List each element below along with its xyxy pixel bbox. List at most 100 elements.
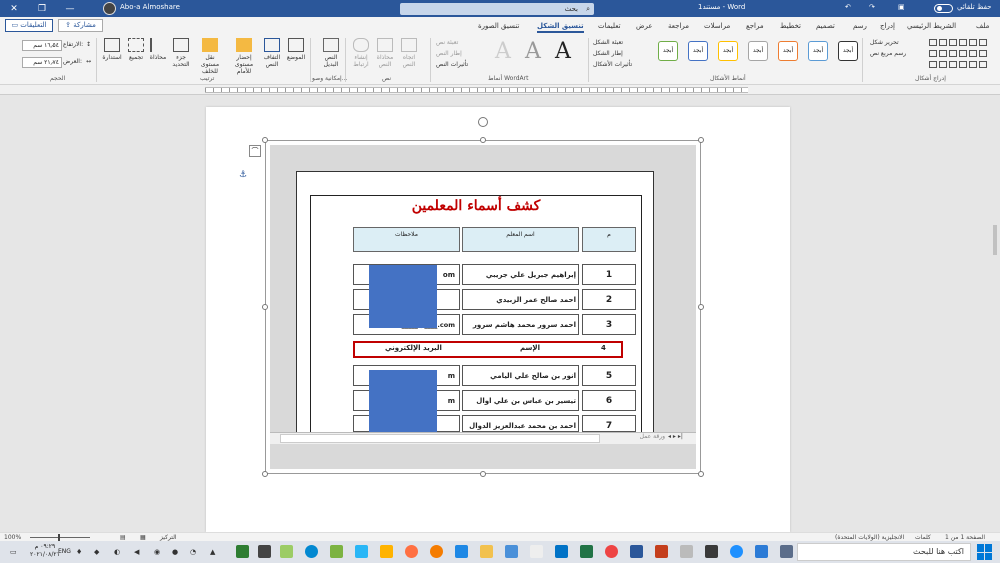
shape-style-preset[interactable]: أبجد [808, 41, 828, 61]
taskbar-app-icon[interactable] [680, 545, 693, 558]
taskbar-app-icon[interactable] [530, 545, 543, 558]
selection-pane-button[interactable]: جزء التحديد [169, 38, 193, 68]
tab-picture-format[interactable]: تنسيق الصورة [478, 22, 519, 30]
position-button[interactable]: الموضع [285, 38, 307, 61]
minimize-window-button[interactable]: — [56, 0, 84, 17]
save-icon[interactable]: ▣ [898, 3, 905, 11]
tab-help[interactable]: تعليمات [598, 22, 621, 30]
tab-draw[interactable]: رسم [853, 22, 867, 30]
access-icon[interactable] [655, 545, 668, 558]
horizontal-ruler[interactable] [0, 85, 1000, 95]
tab-design[interactable]: تصميم [816, 22, 835, 30]
shape-style-preset[interactable]: أبجد [718, 41, 738, 61]
tab-insert[interactable]: إدراج [880, 22, 895, 30]
resize-handle[interactable] [262, 471, 268, 477]
page-count[interactable]: الصفحة 1 من 1 [945, 534, 985, 541]
tab-home[interactable]: الشريط الرئيسي [907, 22, 956, 30]
wrap-text-button[interactable]: التفاف النص [261, 38, 283, 68]
height-input[interactable]: ١٦٫٥٤ سم [22, 40, 62, 51]
comments-button[interactable]: ▭ التعليقات [5, 19, 53, 32]
outlook-icon[interactable] [555, 545, 568, 558]
task-view-icon[interactable] [780, 545, 793, 558]
text-fill-button[interactable]: تعبئة نص [436, 39, 458, 46]
input-language[interactable]: ENG [58, 548, 71, 555]
text-box-button[interactable]: رسم مربع نص [870, 50, 906, 57]
shape-style-preset[interactable]: أبجد [688, 41, 708, 61]
layout-options-icon[interactable]: ⌒ [249, 145, 261, 157]
user-avatar[interactable] [103, 2, 116, 15]
mail-icon[interactable] [505, 545, 518, 558]
resize-handle[interactable] [480, 137, 486, 143]
share-button[interactable]: ⇪ مشاركة [58, 19, 103, 32]
user-name[interactable]: Abo-a Almoshare [120, 3, 180, 11]
tab-file[interactable]: ملف [976, 22, 989, 30]
resize-handle[interactable] [698, 137, 704, 143]
resize-handle[interactable] [698, 304, 704, 310]
tray-icon[interactable]: ♦ [76, 548, 82, 556]
align-text-button[interactable]: محاذاة النص [374, 38, 396, 68]
vertical-scrollbar[interactable] [990, 100, 1000, 525]
shape-style-preset[interactable]: أبجد [748, 41, 768, 61]
shape-style-preset[interactable]: أبجد [778, 41, 798, 61]
word-icon[interactable] [630, 545, 643, 558]
group-button[interactable]: تجميع [125, 38, 147, 61]
alt-text-button[interactable]: النص البديل [318, 38, 344, 68]
taskbar-app-icon[interactable] [258, 545, 271, 558]
taskbar-search-input[interactable]: اكتب هنا للبحث [797, 543, 971, 561]
close-window-button[interactable]: ✕ [0, 0, 28, 17]
scrollbar-thumb[interactable] [993, 225, 997, 255]
taskbar-app-icon[interactable] [455, 545, 468, 558]
text-effects-button[interactable]: تأثيرات النص [436, 61, 468, 68]
taskbar-app-icon[interactable] [330, 545, 343, 558]
tab-layout[interactable]: تخطيط [780, 22, 801, 30]
volume-icon[interactable]: ◀ [134, 548, 139, 556]
shape-outline-button[interactable]: إطار الشكل [593, 50, 623, 57]
tray-icon[interactable]: ◉ [154, 548, 160, 556]
text-outline-button[interactable]: إطار النص [436, 50, 462, 57]
excel-icon[interactable] [580, 545, 593, 558]
undo-icon[interactable]: ↶ [845, 3, 851, 11]
tray-icon[interactable]: ◐ [114, 548, 120, 556]
network-icon[interactable]: ◔ [190, 548, 196, 556]
edge-icon[interactable] [730, 545, 743, 558]
taskbar-app-icon[interactable] [305, 545, 318, 558]
resize-handle[interactable] [698, 471, 704, 477]
shape-fill-button[interactable]: تعبئة الشكل [593, 39, 623, 46]
resize-handle[interactable] [262, 304, 268, 310]
wordart-style[interactable]: A [489, 38, 517, 66]
print-layout-icon[interactable]: ▦ [140, 534, 146, 541]
shape-style-preset[interactable]: أبجد [838, 41, 858, 61]
tab-view[interactable]: عرض [636, 22, 653, 30]
tab-references[interactable]: مراجع [746, 22, 764, 30]
taskbar-app-icon[interactable] [280, 545, 293, 558]
search-input[interactable]: بحث ⌕ [400, 3, 594, 15]
create-link-button[interactable]: إنشاء ارتباط [350, 38, 372, 68]
firefox-icon[interactable] [405, 545, 418, 558]
width-input[interactable]: ٢١٫٧٤ سم [22, 57, 62, 68]
send-backward-button[interactable]: نقل مستوى للخلف [196, 38, 224, 75]
taskbar-app-icon[interactable] [755, 545, 768, 558]
taskbar-app-icon[interactable] [380, 545, 393, 558]
taskbar-clock[interactable]: ٠٩:٢٩ م ٢٠٢١/٠٨/٢١ [30, 543, 60, 559]
notifications-icon[interactable]: ▭ [10, 548, 17, 556]
rotate-handle-icon[interactable] [478, 117, 488, 127]
shape-effects-button[interactable]: تأثيرات الأشكال [593, 61, 632, 68]
resize-handle[interactable] [480, 471, 486, 477]
file-explorer-icon[interactable] [480, 545, 493, 558]
tray-icon[interactable]: ◆ [94, 548, 99, 556]
tray-icon[interactable]: ● [172, 548, 178, 556]
tab-review[interactable]: مراجعة [668, 22, 689, 30]
text-direction-button[interactable]: اتجاه النص [398, 38, 420, 68]
chrome-icon[interactable] [605, 545, 618, 558]
tab-shape-format[interactable]: تنسيق الشكل [537, 22, 584, 33]
tray-icon[interactable]: ▲ [210, 548, 215, 556]
windows-start-icon[interactable] [977, 544, 993, 560]
language-indicator[interactable]: الانجليزية (الولايات المتحدة) [835, 534, 904, 541]
autosave-toggle[interactable] [934, 4, 953, 13]
store-icon[interactable] [705, 545, 718, 558]
firefox-icon[interactable] [430, 545, 443, 558]
taskbar-app-icon[interactable] [236, 545, 249, 558]
resize-handle[interactable] [262, 137, 268, 143]
bring-forward-button[interactable]: إحضار مستوى للأمام [230, 38, 258, 75]
shape-style-preset[interactable]: أبجد [658, 41, 678, 61]
